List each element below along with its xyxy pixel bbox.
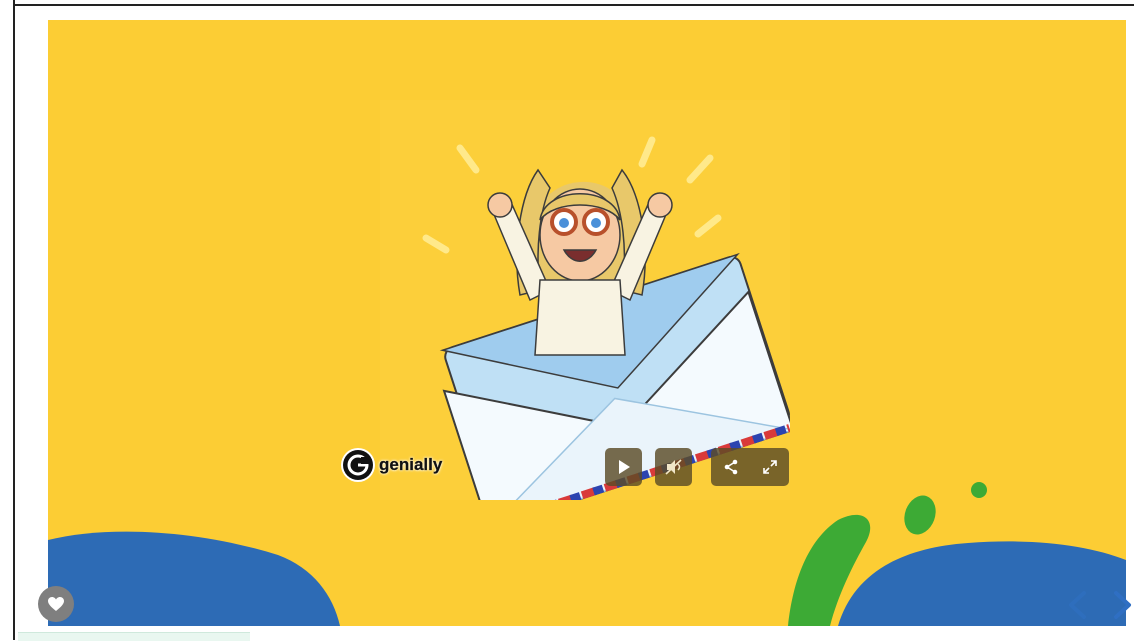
- genially-wordmark: genially: [379, 455, 443, 474]
- mute-button[interactable]: [655, 448, 692, 486]
- previous-slide-button[interactable]: [1066, 590, 1088, 620]
- share-fullscreen-group: [711, 448, 789, 486]
- heart-icon: [48, 597, 64, 611]
- share-button[interactable]: [723, 459, 739, 475]
- chevron-left-icon: [1069, 591, 1086, 619]
- fullscreen-button[interactable]: [763, 460, 777, 474]
- next-slide-button[interactable]: [1110, 590, 1134, 620]
- window-left-border: [0, 0, 15, 640]
- genially-logo-icon: [343, 450, 373, 480]
- chevron-right-icon: [1114, 591, 1131, 619]
- mute-icon: [664, 459, 682, 475]
- play-button[interactable]: [605, 448, 642, 486]
- share-icon: [724, 459, 738, 475]
- genially-branding[interactable]: genially: [343, 450, 442, 480]
- like-button[interactable]: [38, 586, 74, 622]
- window-top-border: [0, 0, 1134, 6]
- genially-slide: [48, 20, 1126, 626]
- play-icon: [618, 460, 630, 474]
- bitmoji-envelope-sticker: [380, 100, 790, 500]
- fullscreen-icon: [763, 460, 777, 474]
